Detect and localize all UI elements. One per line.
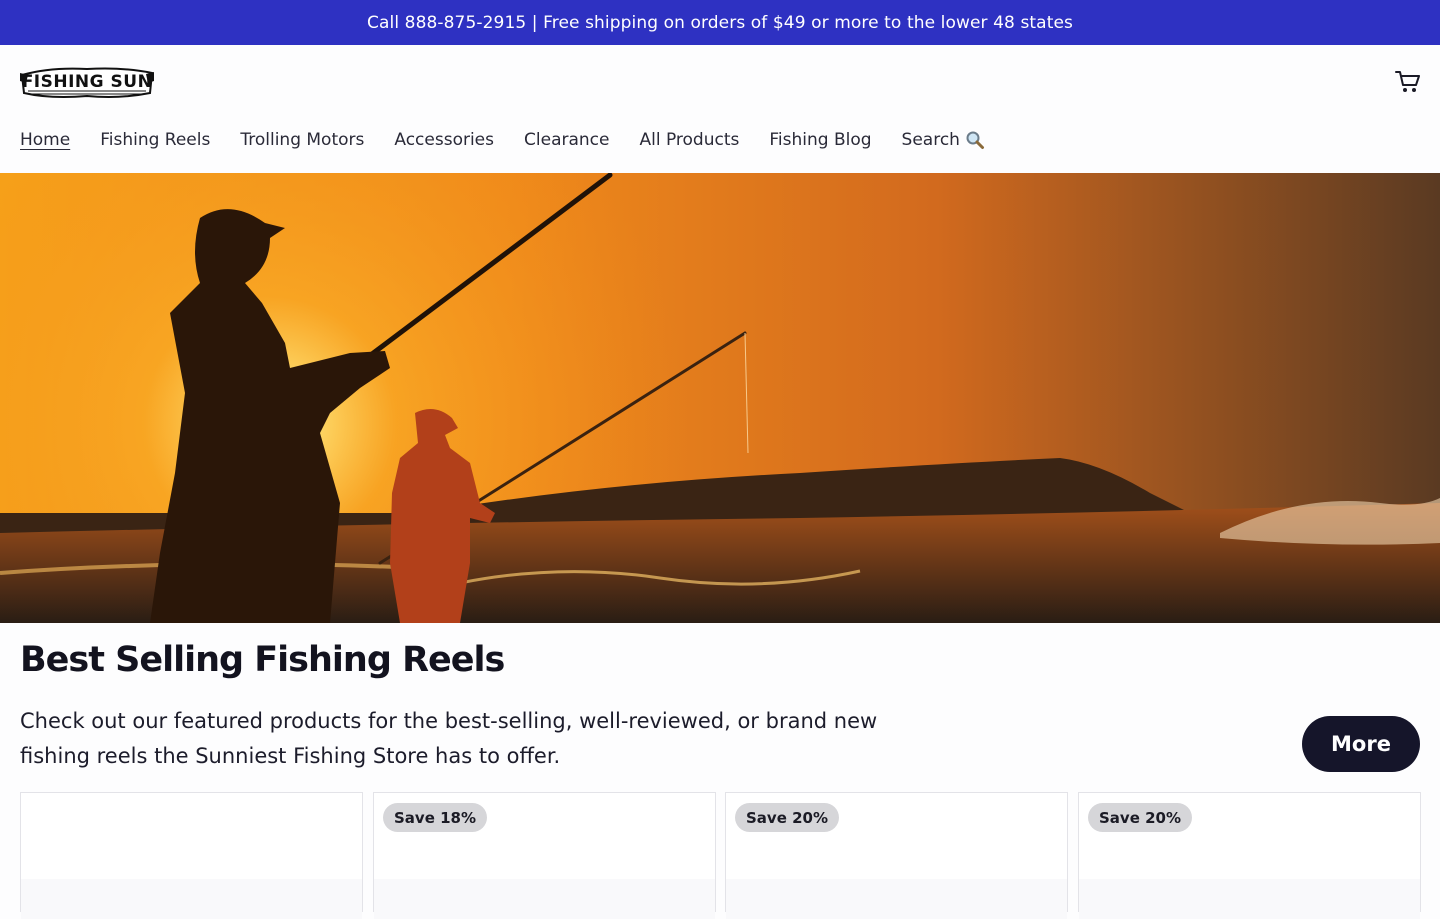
hero-banner	[0, 173, 1440, 623]
announcement-bar: Call 888-875-2915 | Free shipping on ord…	[0, 0, 1440, 45]
sale-badge: Save 18%	[383, 803, 488, 832]
hero-image	[0, 173, 1440, 623]
product-card[interactable]: Save 20%	[725, 792, 1068, 919]
nav-item-label: Search	[901, 130, 960, 150]
nav-item-label: Home	[20, 130, 71, 150]
product-image	[374, 879, 715, 919]
product-image	[726, 879, 1067, 919]
product-grid: Save 18% Save 20% Save 20%	[20, 792, 1421, 919]
site-header: FISHING SUN Home Fishing Reels Trolling …	[0, 45, 1440, 173]
nav-item-label: All Products	[639, 130, 740, 150]
cart-button[interactable]	[1394, 67, 1422, 95]
product-card[interactable]: Save 18%	[373, 792, 716, 919]
featured-description: Check out our featured products for the …	[20, 709, 878, 768]
product-card[interactable]	[20, 792, 363, 919]
nav-item-label: Clearance	[524, 130, 610, 150]
more-button[interactable]: More	[1302, 716, 1420, 772]
announcement-text: Call 888-875-2915 | Free shipping on ord…	[367, 12, 1073, 33]
sale-badge: Save 20%	[1088, 803, 1193, 832]
nav-item-clearance[interactable]: Clearance	[524, 130, 609, 150]
nav-item-trolling-motors[interactable]: Trolling Motors	[240, 130, 364, 150]
nav-item-accessories[interactable]: Accessories	[394, 130, 494, 150]
sale-badge: Save 20%	[735, 803, 840, 832]
magnifier-icon	[966, 131, 984, 149]
product-card[interactable]: Save 20%	[1078, 792, 1421, 919]
product-image	[21, 879, 362, 919]
product-image	[1079, 879, 1420, 919]
svg-text:FISHING SUN: FISHING SUN	[22, 72, 153, 92]
nav-item-label: Trolling Motors	[240, 130, 365, 150]
nav-item-label: Accessories	[394, 130, 495, 150]
main-nav: Home Fishing Reels Trolling Motors Acces…	[20, 127, 1015, 153]
cart-icon	[1395, 71, 1420, 92]
nav-item-home[interactable]: Home	[20, 130, 70, 150]
store-logo[interactable]: FISHING SUN	[20, 63, 154, 99]
nav-item-fishing-blog[interactable]: Fishing Blog	[769, 130, 871, 150]
nav-item-label: Fishing Reels	[100, 130, 211, 150]
nav-item-label: Fishing Blog	[769, 130, 872, 150]
nav-item-fishing-reels[interactable]: Fishing Reels	[100, 130, 210, 150]
nav-item-search[interactable]: Search	[902, 130, 985, 150]
logo-wordmark-image: FISHING SUN	[20, 67, 154, 98]
nav-item-all-products[interactable]: All Products	[639, 130, 739, 150]
featured-title: Best Selling Fishing Reels	[20, 640, 505, 680]
